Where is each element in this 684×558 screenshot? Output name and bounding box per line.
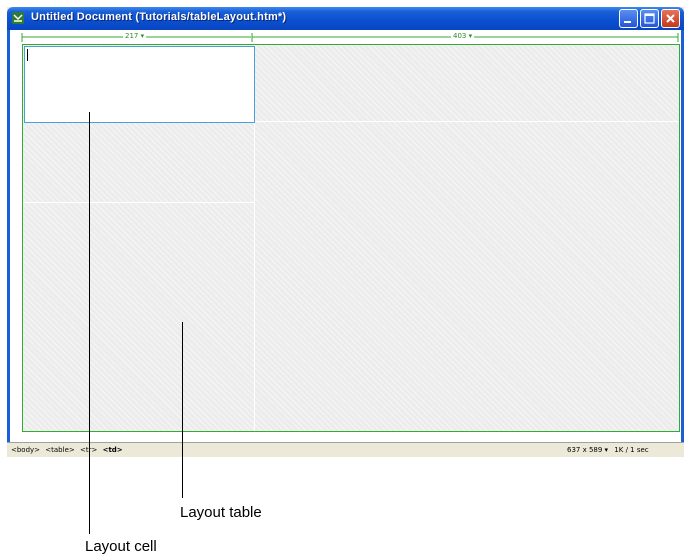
download-time: 1K / 1 sec — [614, 446, 649, 454]
document-area[interactable]: 217 ▾ 403 ▾ — [7, 30, 684, 442]
title-bar[interactable]: Untitled Document (Tutorials/tableLayout… — [7, 7, 684, 30]
maximize-icon — [644, 13, 655, 24]
layout-table[interactable] — [22, 44, 680, 432]
close-button[interactable] — [661, 9, 680, 28]
tag-table[interactable]: <table> — [45, 446, 74, 454]
tag-selector: <body> <table> <tr> <td> — [11, 446, 126, 454]
grid-line — [23, 202, 254, 203]
layout-cell-callout: Layout cell — [85, 538, 157, 555]
text-caret — [27, 49, 28, 61]
layout-cell[interactable] — [24, 46, 255, 123]
document-window: Untitled Document (Tutorials/tableLayout… — [7, 7, 684, 457]
tag-td[interactable]: <td> — [103, 446, 123, 454]
window-title: Untitled Document (Tutorials/tableLayout… — [31, 11, 287, 23]
column-width-ruler: 217 ▾ 403 ▾ — [18, 30, 680, 44]
maximize-button[interactable] — [640, 9, 659, 28]
window-size-menu[interactable]: 637 x 589 ▾ — [567, 446, 608, 454]
status-info: 637 x 589 ▾ 1K / 1 sec — [567, 446, 653, 454]
column-guide-lines — [21, 33, 679, 42]
document-icon — [11, 11, 25, 25]
layout-table-callout-line — [182, 322, 183, 498]
column-width-right[interactable]: 403 ▾ — [451, 32, 475, 40]
close-icon — [666, 14, 675, 23]
layout-table-callout: Layout table — [180, 504, 262, 521]
minimize-icon — [624, 21, 631, 23]
minimize-button[interactable] — [619, 9, 638, 28]
column-width-left[interactable]: 217 ▾ — [123, 32, 147, 40]
layout-cell-callout-line — [89, 112, 90, 534]
status-bar: <body> <table> <tr> <td> 637 x 589 ▾ 1K … — [7, 442, 684, 457]
tag-body[interactable]: <body> — [11, 446, 40, 454]
